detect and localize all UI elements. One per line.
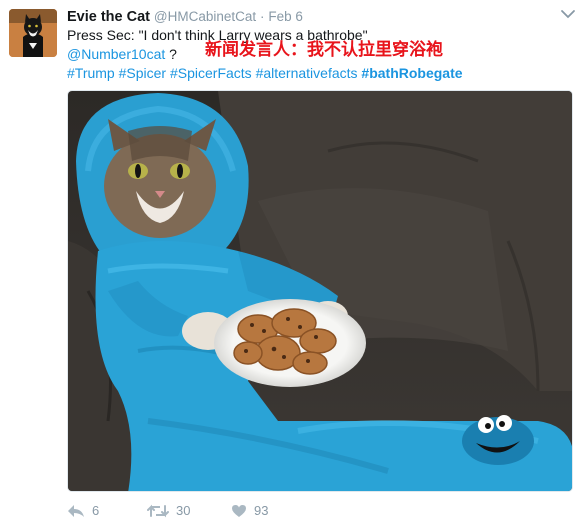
tweet: Evie the Cat @HMCabinetCat · Feb 6 Press… [0, 0, 582, 525]
avatar-cat-image [9, 9, 57, 57]
cat-in-cookie-monster-costume-photo [68, 91, 572, 491]
tweet-header: Evie the Cat @HMCabinetCat · Feb 6 [67, 8, 303, 26]
header-separator: · [260, 9, 265, 24]
reply-button[interactable]: 6 [67, 503, 99, 518]
tweet-date[interactable]: Feb 6 [268, 9, 303, 24]
mention-link[interactable]: @Number10cat [67, 46, 165, 62]
user-handle[interactable]: @HMCabinetCat [154, 9, 256, 24]
retweet-icon [147, 504, 169, 517]
chevron-down-icon[interactable] [560, 8, 576, 20]
hashtag-line: #Trump #Spicer #SpicerFacts #alternative… [67, 64, 567, 83]
like-count: 93 [254, 503, 269, 518]
hashtag-link[interactable]: #Trump [67, 65, 115, 81]
hashtag-link-bold[interactable]: #bathRobegate [361, 65, 462, 81]
avatar[interactable] [9, 9, 57, 57]
reply-icon [68, 504, 84, 517]
like-button[interactable]: 93 [231, 503, 268, 518]
chinese-caption-overlay: 新闻发言人：我不认拉里穿浴袍 [205, 40, 443, 60]
hashtag-link[interactable]: #SpicerFacts [170, 65, 252, 81]
hashtag-link[interactable]: #alternativefacts [256, 65, 358, 81]
display-name[interactable]: Evie the Cat [67, 9, 150, 25]
retweet-count: 30 [176, 503, 191, 518]
heart-icon [232, 504, 246, 517]
hashtag-link[interactable]: #Spicer [119, 65, 166, 81]
reply-count: 6 [92, 503, 100, 518]
tweet-media-photo[interactable] [67, 90, 573, 492]
retweet-button[interactable]: 30 [147, 503, 190, 518]
question-text: ? [165, 46, 177, 62]
